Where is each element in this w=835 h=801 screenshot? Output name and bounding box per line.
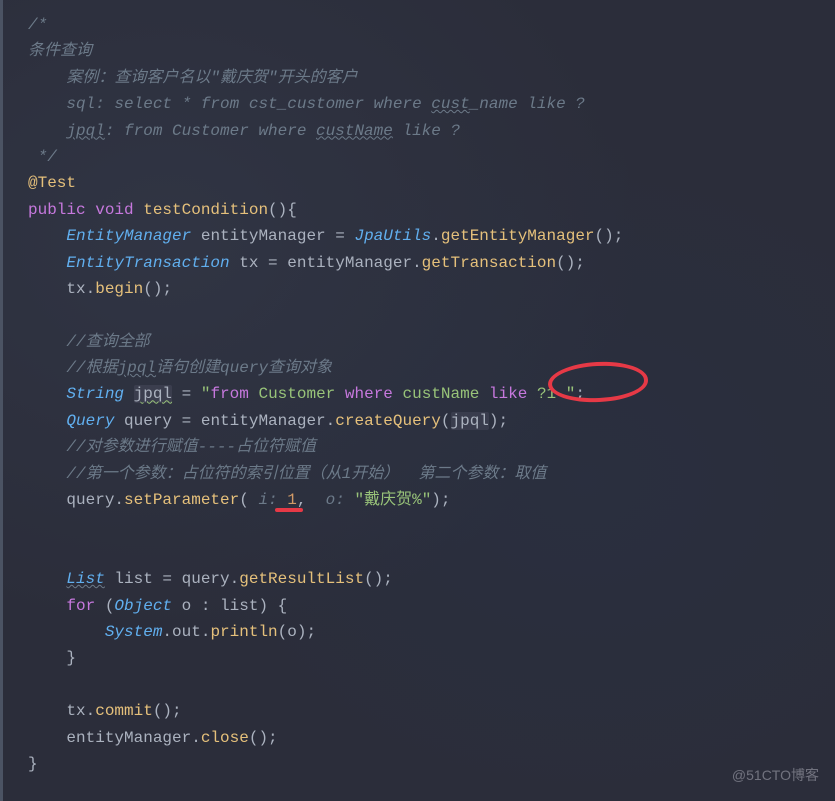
code-line: sql: select * from cst_customer where cu… — [28, 91, 815, 117]
code-line: */ — [28, 144, 815, 170]
code-line: Query query = entityManager.createQuery(… — [28, 408, 815, 434]
code-line: 条件查询 — [28, 38, 815, 64]
code-line: List list = query.getResultList(); — [28, 566, 815, 592]
code-line: EntityTransaction tx = entityManager.get… — [28, 250, 815, 276]
code-line: for (Object o : list) { — [28, 593, 815, 619]
code-line: entityManager.close(); — [28, 725, 815, 751]
code-editor[interactable]: /* 条件查询 案例：查询客户名以"戴庆贺"开头的客户 sql: select … — [28, 12, 815, 777]
code-line: String jpql = "from Customer where custN… — [28, 381, 815, 407]
code-line: public void testCondition(){ — [28, 197, 815, 223]
gutter-bar — [0, 0, 3, 801]
code-line: @Test — [28, 170, 815, 196]
code-line — [28, 302, 815, 328]
code-line: //对参数进行赋值----占位符赋值 — [28, 434, 815, 460]
code-line: } — [28, 645, 815, 671]
code-line: EntityManager entityManager = JpaUtils.g… — [28, 223, 815, 249]
code-line: query.setParameter( i: 1, o: "戴庆贺%"); — [28, 487, 815, 513]
code-line: 案例：查询客户名以"戴庆贺"开头的客户 — [28, 65, 815, 91]
code-line: tx.begin(); — [28, 276, 815, 302]
code-line: /* — [28, 12, 815, 38]
code-line: System.out.println(o); — [28, 619, 815, 645]
code-line — [28, 513, 815, 539]
code-line: //根据jpql语句创建query查询对象 — [28, 355, 815, 381]
code-line: jpql: from Customer where custName like … — [28, 118, 815, 144]
watermark: @51CTO博客 — [732, 764, 819, 787]
code-line — [28, 540, 815, 566]
code-line — [28, 672, 815, 698]
code-line: } — [28, 751, 815, 777]
code-line: tx.commit(); — [28, 698, 815, 724]
code-line: //查询全部 — [28, 329, 815, 355]
code-line: //第一个参数：占位符的索引位置（从1开始） 第二个参数：取值 — [28, 461, 815, 487]
